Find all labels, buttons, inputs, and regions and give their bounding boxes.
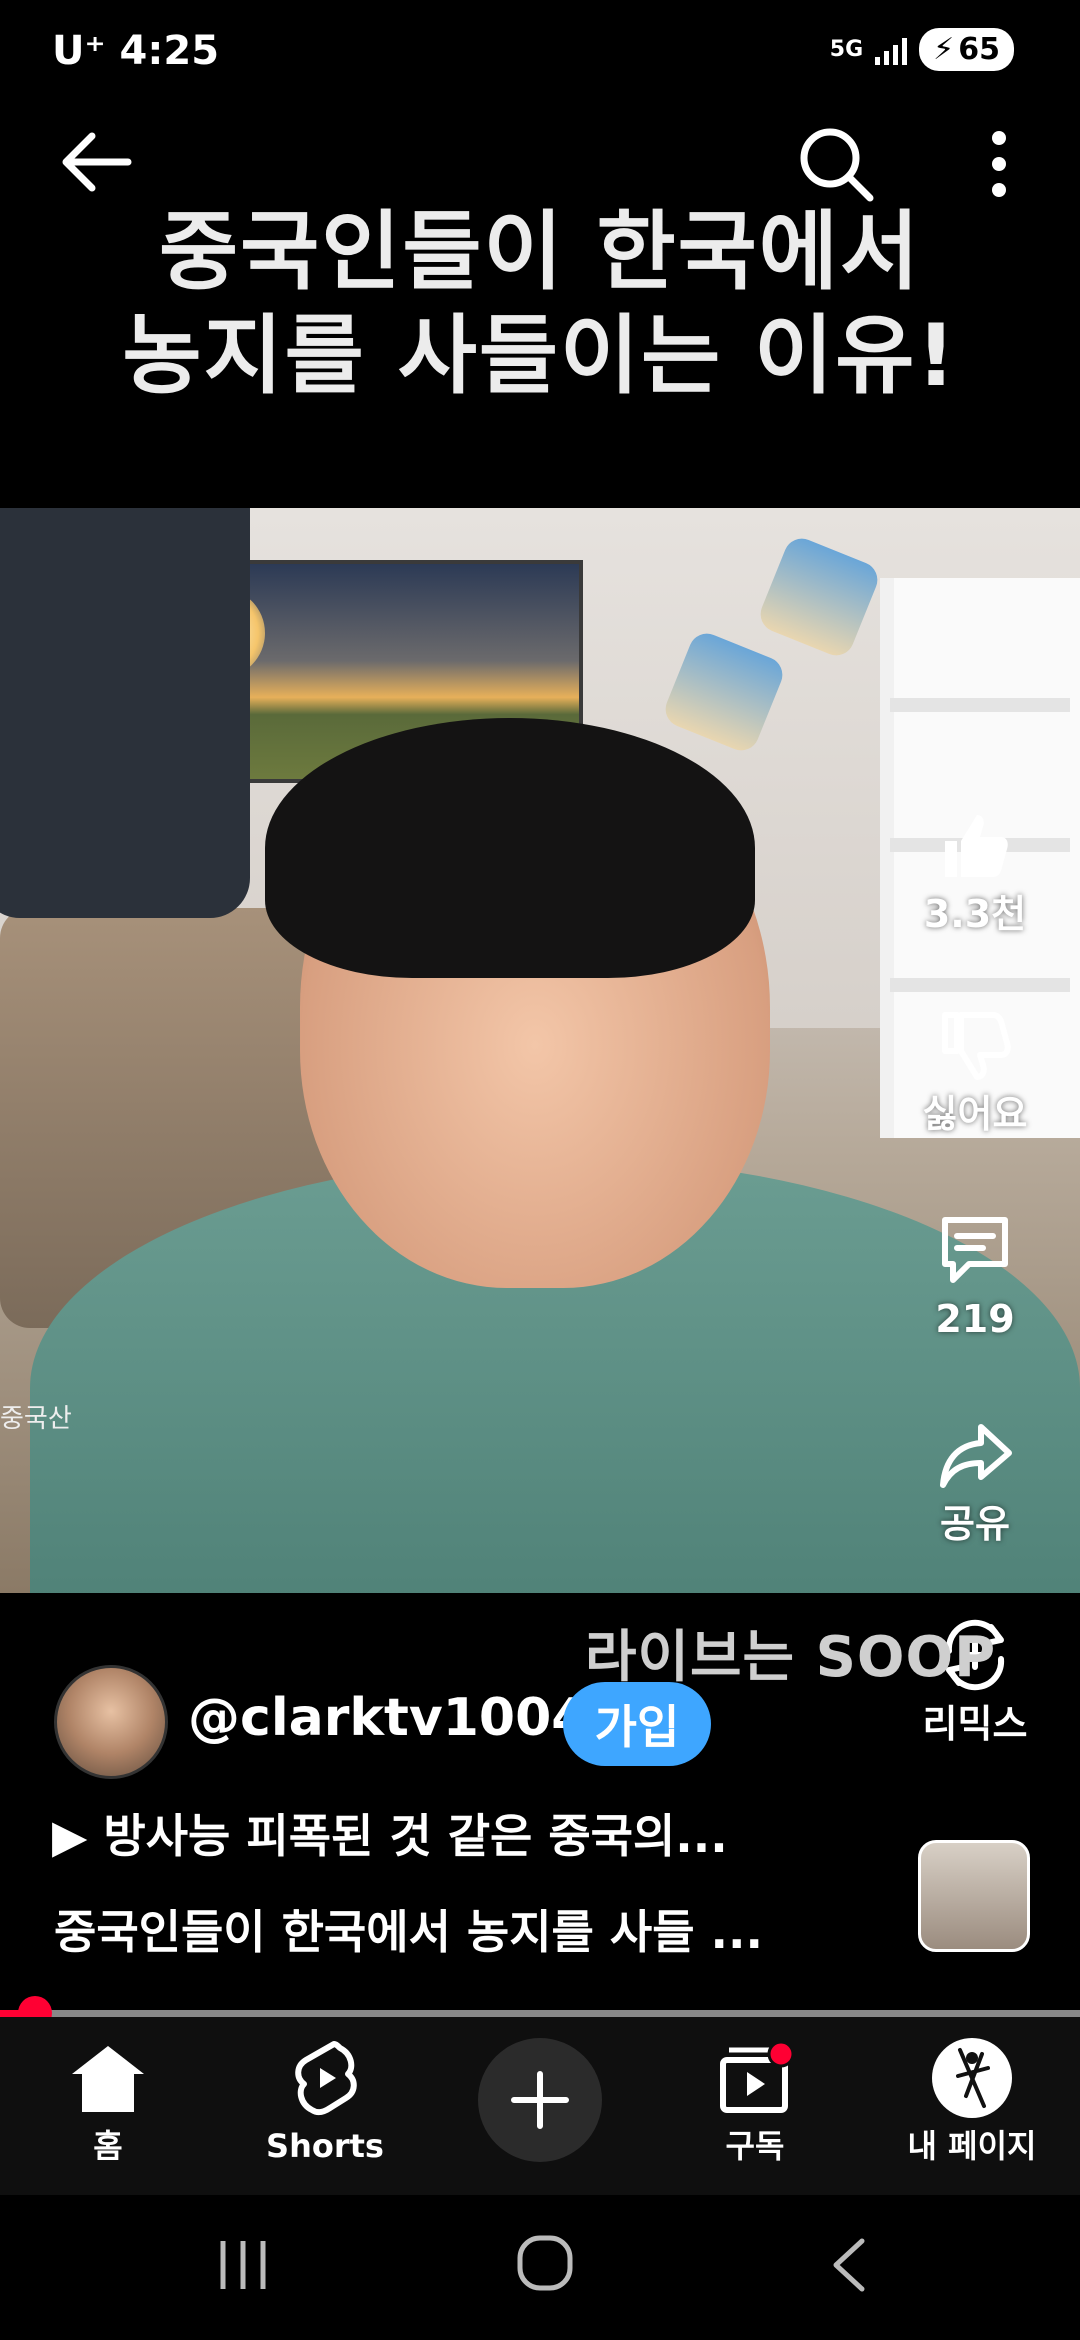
video-scene-hair (265, 718, 755, 978)
network-type: 5G (829, 36, 864, 62)
comment-icon (900, 1205, 1050, 1295)
video-burned-in-text: 중국산 (0, 1404, 72, 1434)
progress-track[interactable] (0, 2010, 1080, 2017)
signal-icon (875, 35, 908, 65)
back-button[interactable] (58, 124, 134, 200)
share-button[interactable]: 공유 (900, 1410, 1050, 1548)
like-count: 3.3천 (923, 892, 1027, 936)
back-system-button[interactable] (820, 2235, 880, 2299)
related-video-title: 방사능 피폭된 것 같은 중국의... (103, 1809, 728, 1863)
like-button[interactable]: 3.3천 (900, 800, 1050, 938)
channel-avatar[interactable] (54, 1665, 168, 1779)
search-button[interactable] (796, 124, 876, 204)
charging-icon: ⚡ (933, 32, 955, 67)
nav-subscriptions[interactable]: 구독 (665, 2030, 845, 2166)
join-button[interactable]: 가입 (563, 1682, 711, 1766)
nav-home[interactable]: 홈 (18, 2030, 198, 2166)
nav-shorts-label: Shorts (266, 2127, 384, 2165)
arrow-left-icon (62, 132, 132, 192)
recent-apps-icon (220, 2241, 266, 2289)
system-navigation-bar (0, 2195, 1080, 2340)
sponsor-watermark: 라이브는 SOOP (585, 1625, 997, 1690)
video-scene-microphone (0, 508, 250, 918)
video-title-line2: 농지를 사들이는 이유! (122, 306, 958, 406)
channel-handle[interactable]: @clarktv1004 (188, 1688, 587, 1748)
video-scene-shelf-row (890, 698, 1070, 712)
home-circle-icon (517, 2235, 573, 2291)
shorts-icon (235, 2030, 415, 2126)
share-icon (900, 1410, 1050, 1500)
sound-thumbnail[interactable] (918, 1840, 1030, 1952)
status-indicators: 5G ⚡ 65 (830, 28, 1014, 71)
dislike-label: 싫어요 (922, 1092, 1028, 1136)
chevron-left-icon (833, 2238, 865, 2292)
video-title-line1: 중국인들이 한국에서 (158, 202, 922, 302)
status-carrier-time: U⁺ 4:25 (52, 28, 219, 74)
profile-avatar-icon (882, 2030, 1062, 2126)
recent-apps-button[interactable] (213, 2235, 273, 2299)
nav-profile[interactable]: 내 페이지 (882, 2030, 1062, 2166)
thumb-up-icon (900, 800, 1050, 890)
related-video-link[interactable]: ▶ 방사능 피폭된 것 같은 중국의... (52, 1800, 728, 1866)
video-description[interactable]: 중국인들이 한국에서 농지를 사들 ... (54, 1896, 763, 1962)
carrier-label: U⁺ (52, 28, 106, 74)
search-icon (800, 128, 874, 202)
share-label: 공유 (940, 1502, 1010, 1546)
video-scene-shelf-row (890, 978, 1070, 992)
play-icon: ▶ (52, 1809, 88, 1863)
more-vert-icon (992, 131, 1006, 197)
clock: 4:25 (119, 28, 220, 74)
home-system-button[interactable] (515, 2233, 575, 2297)
comments-button[interactable]: 219 (900, 1205, 1050, 1343)
nav-shorts[interactable]: Shorts (235, 2030, 415, 2166)
comment-count: 219 (935, 1297, 1015, 1341)
battery-level: 65 (958, 32, 1000, 67)
home-icon (18, 2030, 198, 2126)
create-button[interactable] (478, 2038, 602, 2162)
video-title-overlay: 중국인들이 한국에서 농지를 사들이는 이유! (0, 200, 1080, 408)
nav-home-label: 홈 (93, 2127, 123, 2165)
more-options-button[interactable] (974, 124, 1024, 204)
remix-label: 리믹스 (922, 1702, 1028, 1746)
nav-profile-label: 내 페이지 (907, 2127, 1037, 2165)
battery-indicator: ⚡ 65 (919, 28, 1014, 71)
nav-subscriptions-label: 구독 (725, 2127, 785, 2165)
plus-icon (511, 2071, 569, 2129)
notification-dot (767, 2040, 795, 2068)
status-bar: U⁺ 4:25 5G ⚡ 65 (0, 0, 1080, 100)
subscriptions-icon (665, 2030, 845, 2126)
thumb-down-icon (900, 1000, 1050, 1090)
dislike-button[interactable]: 싫어요 (900, 1000, 1050, 1138)
